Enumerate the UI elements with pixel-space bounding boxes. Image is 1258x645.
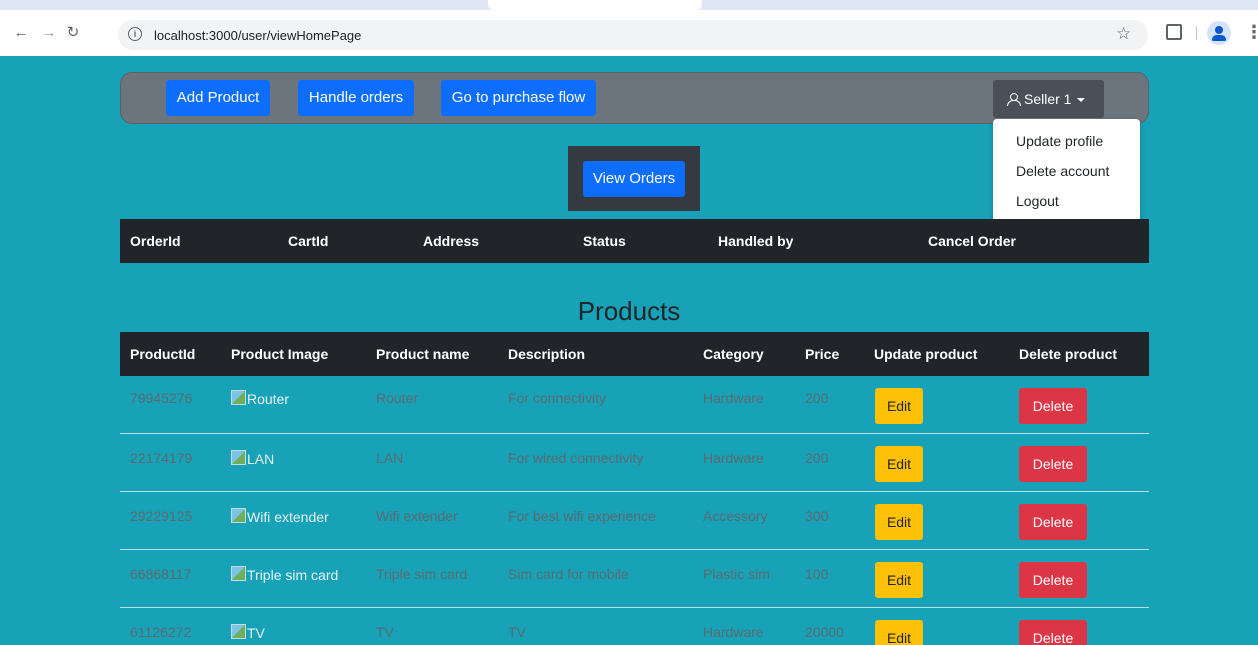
- active-tab[interactable]: [488, 0, 702, 10]
- product-category: Plastic sim: [703, 566, 770, 582]
- table-row: 22174179 LAN LAN For wired connectivity …: [120, 434, 1149, 492]
- user-dropdown-toggle[interactable]: Seller 1: [993, 80, 1104, 118]
- add-product-button[interactable]: Add Product: [166, 80, 270, 116]
- handle-orders-button[interactable]: Handle orders: [298, 80, 414, 116]
- product-description: TV: [508, 624, 526, 640]
- caret-down-icon: [1077, 98, 1086, 103]
- tab-strip: [0, 0, 1258, 10]
- product-description: For connectivity: [508, 390, 607, 406]
- product-id: 79945276: [130, 390, 193, 406]
- edit-button[interactable]: Edit: [875, 446, 923, 482]
- url-text[interactable]: localhost:3000/user/viewHomePage: [154, 28, 361, 43]
- col-orderid: OrderId: [130, 233, 181, 249]
- table-row: 66868117 Triple sim card Triple sim card…: [120, 550, 1149, 608]
- product-price: 300: [805, 508, 829, 524]
- col-update-product: Update product: [874, 346, 978, 362]
- product-image: LAN: [231, 450, 274, 467]
- col-price: Price: [805, 346, 840, 362]
- address-bar[interactable]: i localhost:3000/user/viewHomePage: [118, 20, 1148, 50]
- product-image: Wifi extender: [231, 508, 329, 525]
- orders-table-header: OrderId CartId Address Status Handled by…: [120, 219, 1149, 263]
- table-row: 79945276 Router Router For connectivity …: [120, 376, 1149, 434]
- user-dropdown-menu: Update profile Delete account Logout: [993, 119, 1140, 222]
- col-address: Address: [423, 233, 480, 249]
- product-category: Hardware: [703, 450, 764, 466]
- purchase-flow-button[interactable]: Go to purchase flow: [441, 80, 596, 116]
- back-arrow-icon[interactable]: ←: [12, 24, 30, 42]
- edit-button[interactable]: Edit: [875, 504, 923, 540]
- product-id: 66868117: [130, 566, 192, 582]
- product-name: Triple sim card: [376, 566, 468, 582]
- product-description: For best wifi experience: [508, 508, 656, 524]
- user-name: Seller 1: [1024, 91, 1072, 107]
- products-table-header: ProductId Product Image Product name Des…: [120, 332, 1149, 376]
- col-delete-product: Delete product: [1019, 346, 1118, 362]
- delete-button[interactable]: Delete: [1019, 562, 1087, 598]
- product-category: Hardware: [703, 624, 764, 640]
- view-orders-button[interactable]: View Orders: [583, 161, 685, 197]
- user-icon: [1007, 93, 1021, 106]
- product-description: For wired connectivity: [508, 450, 644, 466]
- product-category: Accessory: [703, 508, 768, 524]
- browser-chrome: ← → ↻ i localhost:3000/user/viewHomePage…: [0, 0, 1258, 56]
- product-name: LAN: [376, 450, 404, 466]
- col-product-name: Product name: [376, 346, 470, 362]
- col-product-image: Product Image: [231, 346, 329, 362]
- table-row: 29229125 Wifi extender Wifi extender For…: [120, 492, 1149, 550]
- col-cartid: CartId: [288, 233, 329, 249]
- edit-button[interactable]: Edit: [875, 620, 923, 645]
- product-image: Triple sim card: [231, 566, 338, 583]
- product-id: 22174179: [130, 450, 193, 466]
- col-description: Description: [508, 346, 586, 362]
- product-category: Hardware: [703, 390, 764, 406]
- product-name: Wifi extender: [376, 508, 458, 524]
- product-name: TV: [376, 624, 394, 640]
- col-handled-by: Handled by: [718, 233, 794, 249]
- site-info-icon[interactable]: i: [128, 27, 142, 41]
- toolbar-divider: [1196, 26, 1197, 40]
- browser-menu-icon[interactable]: ⋮: [1245, 22, 1258, 43]
- product-price: 200: [805, 390, 829, 406]
- forward-arrow-icon[interactable]: →: [40, 24, 58, 42]
- product-price: 20000: [805, 624, 844, 640]
- menu-item-delete-account[interactable]: Delete account: [1016, 163, 1109, 179]
- product-image: TV: [231, 624, 265, 641]
- product-id: 61126272: [130, 624, 192, 640]
- product-description: Sim card for mobile: [508, 566, 629, 582]
- menu-item-logout[interactable]: Logout: [1016, 193, 1059, 209]
- menu-item-update-profile[interactable]: Update profile: [1016, 133, 1103, 149]
- product-price: 200: [805, 450, 829, 466]
- edit-button[interactable]: Edit: [875, 562, 923, 598]
- edit-button[interactable]: Edit: [875, 388, 923, 424]
- delete-button[interactable]: Delete: [1019, 620, 1087, 645]
- delete-button[interactable]: Delete: [1019, 388, 1087, 424]
- profile-avatar-icon[interactable]: [1207, 21, 1231, 45]
- extensions-icon[interactable]: [1166, 24, 1182, 40]
- product-price: 100: [805, 566, 829, 582]
- products-heading: Products: [577, 296, 681, 326]
- col-cancel-order: Cancel Order: [928, 233, 1016, 249]
- delete-button[interactable]: Delete: [1019, 504, 1087, 540]
- table-row: 61126272 TV TV TV Hardware 20000 Edit De…: [120, 608, 1149, 645]
- product-name: Router: [376, 390, 419, 406]
- product-image: Router: [231, 390, 289, 407]
- bookmark-star-icon[interactable]: ☆: [1116, 24, 1131, 44]
- col-status: Status: [583, 233, 626, 249]
- col-category: Category: [703, 346, 764, 362]
- product-id: 29229125: [130, 508, 193, 524]
- delete-button[interactable]: Delete: [1019, 446, 1087, 482]
- reload-icon[interactable]: ↻: [64, 24, 82, 42]
- col-productid: ProductId: [130, 346, 196, 362]
